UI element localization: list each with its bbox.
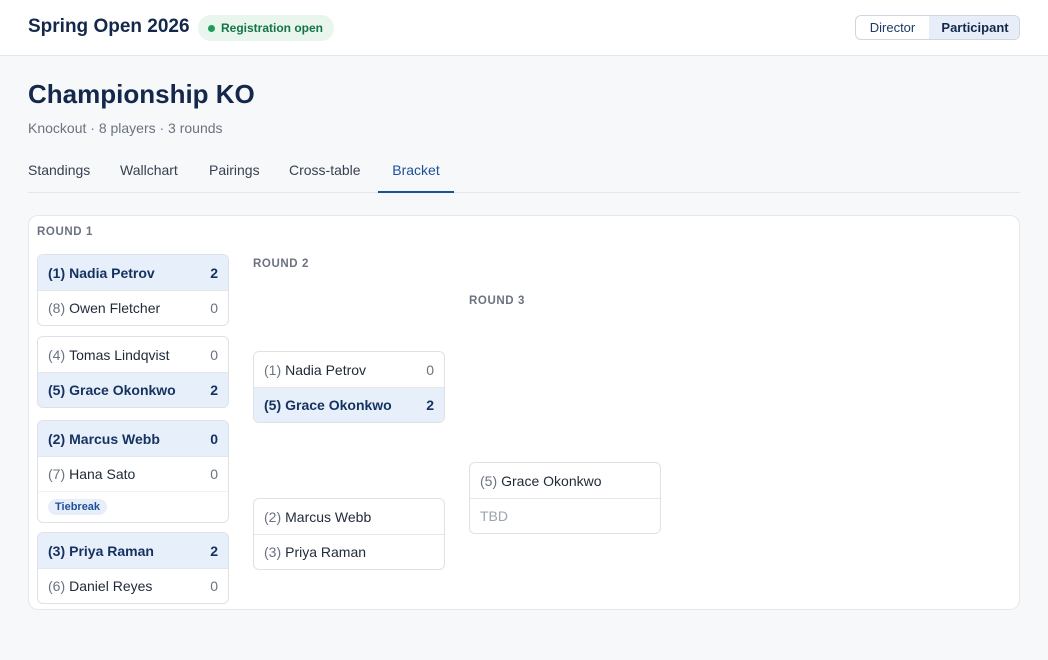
player-seed: (3) — [264, 544, 282, 560]
player-entry: (5) Grace Okonkwo — [48, 382, 176, 398]
player-slot[interactable]: (1) Nadia Petrov 0 — [254, 352, 444, 387]
match-card[interactable]: (2) Marcus Webb (3) Priya Raman — [253, 498, 445, 570]
player-name: Hana Sato — [69, 466, 136, 482]
player-slot[interactable]: (3) Priya Raman — [254, 534, 444, 569]
status-text: Registration open — [221, 21, 324, 35]
player-score: 2 — [210, 382, 218, 398]
round-label: ROUND 3 — [469, 295, 525, 307]
match-card[interactable]: (3) Priya Raman 2 (6) Daniel Reyes 0 — [37, 532, 229, 604]
player-slot[interactable]: (2) Marcus Webb — [254, 499, 444, 534]
player-seed: (5) — [480, 472, 498, 489]
tiebreak-badge: Tiebreak — [48, 499, 108, 515]
player-slot[interactable]: (8) Owen Fletcher 0 — [38, 290, 228, 325]
tournament-title: Spring Open 2026 — [28, 16, 190, 37]
player-seed: (1) — [264, 361, 282, 378]
match-card[interactable]: (2) Marcus Webb 0 (7) Hana Sato 0 Tiebreak — [37, 420, 229, 523]
player-slot-winner[interactable]: (5) Grace Okonkwo 2 — [38, 372, 228, 407]
player-slot-winner[interactable]: (5) Grace Okonkwo 2 — [254, 387, 444, 422]
role-participant-button[interactable]: Participant — [929, 16, 1019, 39]
tab-wallchart[interactable]: Wallchart — [120, 150, 178, 193]
player-score: 0 — [210, 430, 218, 447]
player-entry: (7) Hana Sato — [48, 466, 135, 482]
match-card[interactable]: (1) Nadia Petrov 2 (8) Owen Fletcher 0 — [37, 254, 229, 326]
player-score: 2 — [210, 542, 218, 559]
player-name: Priya Raman — [285, 544, 367, 560]
player-entry: (2) Marcus Webb — [48, 431, 160, 447]
tab-pairings[interactable]: Pairings — [209, 150, 260, 193]
player-name: Grace Okonkwo — [285, 397, 392, 413]
player-score: 0 — [210, 300, 218, 316]
status-badge: Registration open — [198, 15, 335, 41]
player-entry: (1) Nadia Petrov — [264, 362, 366, 378]
player-seed: (5) — [48, 382, 66, 398]
player-entry: (4) Tomas Lindqvist — [48, 347, 170, 363]
player-slot-winner[interactable]: (3) Priya Raman 2 — [38, 533, 228, 568]
player-name: Nadia Petrov — [69, 264, 155, 281]
player-seed: (8) — [48, 300, 66, 316]
player-name: Tomas Lindqvist — [69, 346, 170, 363]
player-slot[interactable]: (4) Tomas Lindqvist 0 — [38, 337, 228, 372]
player-seed: (7) — [48, 466, 66, 482]
top-bar: Spring Open 2026 Registration open Direc… — [0, 0, 1048, 56]
player-slot-winner[interactable]: (2) Marcus Webb 0 — [38, 421, 228, 456]
player-entry: (3) Priya Raman — [48, 543, 154, 559]
player-seed: (5) — [264, 397, 282, 413]
player-name: Nadia Petrov — [285, 361, 367, 378]
player-seed: (2) — [48, 430, 66, 447]
player-seed: (2) — [264, 508, 282, 525]
player-seed: (3) — [48, 542, 66, 559]
bracket-panel: ROUND 1 (1) Nadia Petrov 2 (8) Owen Fletcher 0… — [28, 215, 1020, 610]
role-director-button[interactable]: Director — [856, 16, 929, 39]
tab-bracket[interactable]: Bracket — [378, 150, 454, 193]
player-name: TBD — [480, 508, 508, 524]
player-entry: (2) Marcus Webb — [264, 509, 371, 525]
player-slot[interactable]: TBD — [470, 498, 660, 533]
role-toggle: Director Participant — [855, 15, 1020, 40]
player-score: 2 — [426, 397, 434, 413]
player-entry: TBD — [480, 508, 508, 524]
player-seed: (4) — [48, 346, 66, 363]
round-label: ROUND 1 — [37, 226, 93, 238]
player-name: Marcus Webb — [69, 430, 160, 447]
player-score: 0 — [210, 346, 218, 363]
match-card[interactable]: (1) Nadia Petrov 0 (5) Grace Okonkwo 2 — [253, 351, 445, 423]
tiebreak-row: Tiebreak — [38, 491, 228, 522]
tab-standings[interactable]: Standings — [28, 150, 90, 193]
player-seed: (6) — [48, 578, 66, 594]
player-entry: (3) Priya Raman — [264, 544, 366, 560]
tab-cross-table[interactable]: Cross-table — [289, 150, 361, 193]
player-name: Grace Okonkwo — [69, 382, 176, 398]
player-score: 0 — [210, 466, 218, 482]
player-slot[interactable]: (5) Grace Okonkwo — [470, 463, 660, 498]
player-score: 0 — [426, 361, 434, 378]
player-name: Grace Okonkwo — [501, 472, 602, 489]
player-name: Priya Raman — [69, 542, 154, 559]
player-score: 2 — [210, 264, 218, 281]
player-entry: (6) Daniel Reyes — [48, 578, 152, 594]
page-subtitle: Knockout · 8 players · 3 rounds — [28, 120, 223, 136]
player-slot-winner[interactable]: (1) Nadia Petrov 2 — [38, 255, 228, 290]
player-entry: (5) Grace Okonkwo — [264, 397, 392, 413]
player-score: 0 — [210, 578, 218, 594]
match-card[interactable]: (5) Grace Okonkwo TBD — [469, 462, 661, 534]
player-name: Daniel Reyes — [69, 578, 153, 594]
player-entry: (8) Owen Fletcher — [48, 300, 160, 316]
match-card[interactable]: (4) Tomas Lindqvist 0 (5) Grace Okonkwo 2 — [37, 336, 229, 408]
player-name: Owen Fletcher — [69, 300, 161, 316]
tab-bar: Standings Wallchart Pairings Cross-table… — [28, 150, 1020, 193]
status-dot-icon — [208, 24, 215, 32]
page-title: Championship KO — [28, 79, 255, 109]
round-label: ROUND 2 — [253, 258, 309, 270]
player-name: Marcus Webb — [285, 508, 372, 525]
player-entry: (5) Grace Okonkwo — [480, 473, 602, 489]
player-slot[interactable]: (7) Hana Sato 0 — [38, 456, 228, 491]
player-seed: (1) — [48, 264, 66, 281]
player-slot[interactable]: (6) Daniel Reyes 0 — [38, 568, 228, 603]
player-entry: (1) Nadia Petrov — [48, 265, 155, 281]
